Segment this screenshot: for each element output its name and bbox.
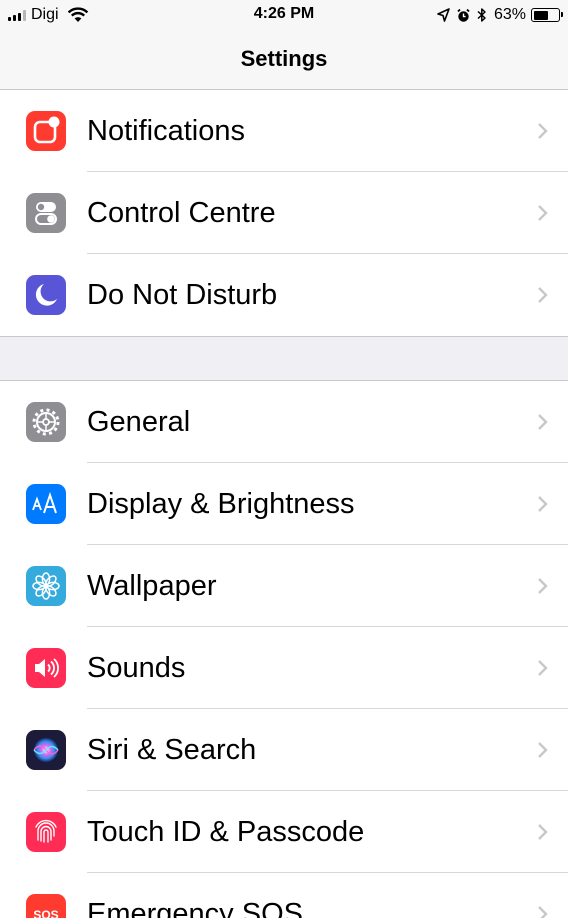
row-label: Display & Brightness [87, 488, 355, 520]
sos-icon: SOS [26, 894, 66, 918]
row-label: Touch ID & Passcode [87, 816, 365, 848]
chevron-right-icon [538, 906, 548, 918]
chevron-right-icon [538, 824, 548, 840]
chevron-right-icon [538, 742, 548, 758]
control-centre-icon [26, 193, 66, 233]
location-arrow-icon [437, 8, 450, 22]
row-label: Siri & Search [87, 734, 257, 766]
chevron-right-icon [538, 660, 548, 676]
sos-icon-text: SOS [33, 908, 58, 918]
chevron-right-icon [538, 205, 548, 221]
row-label: Notifications [87, 115, 245, 147]
alarm-clock-icon [457, 8, 470, 22]
bluetooth-icon [477, 8, 486, 22]
settings-row-general[interactable]: General [0, 381, 568, 463]
settings-group-2: General Display & Brightness Wallpaper S… [0, 380, 568, 918]
settings-row-wallpaper[interactable]: Wallpaper [0, 545, 568, 627]
speaker-icon [26, 648, 66, 688]
settings-row-touch-id-passcode[interactable]: Touch ID & Passcode [0, 791, 568, 873]
row-label: Wallpaper [87, 570, 217, 602]
status-bar: Digi 4:26 PM 63% [0, 0, 568, 32]
row-label: Control Centre [87, 197, 276, 229]
settings-row-notifications[interactable]: Notifications [0, 90, 568, 172]
chevron-right-icon [538, 287, 548, 303]
row-label: General [87, 406, 191, 438]
status-right: 63% [431, 5, 563, 25]
row-label: Emergency SOS [87, 898, 303, 918]
settings-row-control-centre[interactable]: Control Centre [0, 172, 568, 254]
battery-percent: 63% [493, 6, 526, 23]
siri-icon [26, 730, 66, 770]
settings-group-1: Notifications Control Centre Do Not Dist… [0, 90, 568, 337]
fingerprint-icon [26, 812, 66, 852]
settings-row-siri-search[interactable]: Siri & Search [0, 709, 568, 791]
settings-row-emergency-sos[interactable]: SOS Emergency SOS [0, 873, 568, 918]
settings-row-display-brightness[interactable]: Display & Brightness [0, 463, 568, 545]
chevron-right-icon [538, 414, 548, 430]
row-label: Do Not Disturb [87, 279, 278, 311]
page-title: Settings [240, 46, 328, 71]
battery-icon [531, 8, 563, 22]
battery-level-fill [533, 10, 548, 20]
row-label: Sounds [87, 652, 186, 684]
gear-icon [26, 402, 66, 442]
moon-icon [26, 275, 66, 315]
wallpaper-flower-icon [26, 566, 66, 606]
chevron-right-icon [538, 578, 548, 594]
chevron-right-icon [538, 123, 548, 139]
notifications-icon [26, 111, 66, 151]
settings-row-sounds[interactable]: Sounds [0, 627, 568, 709]
settings-row-do-not-disturb[interactable]: Do Not Disturb [0, 254, 568, 336]
navigation-bar: Settings [0, 32, 568, 90]
chevron-right-icon [538, 496, 548, 512]
display-brightness-icon [26, 484, 66, 524]
